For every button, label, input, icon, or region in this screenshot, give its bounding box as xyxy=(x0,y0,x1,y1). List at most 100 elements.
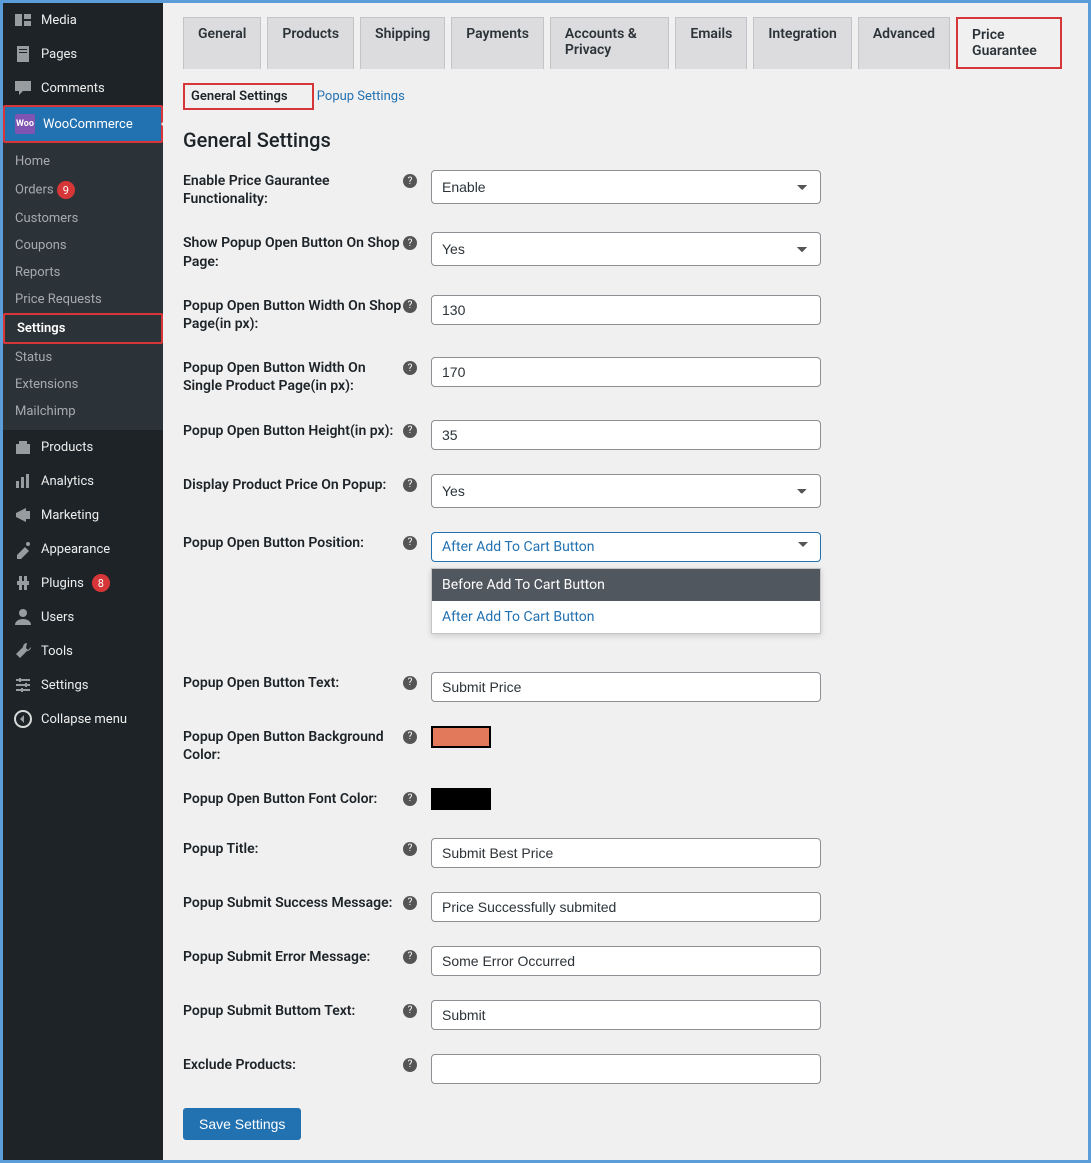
color-swatch-9[interactable] xyxy=(431,788,491,810)
sidebar-item-appearance[interactable]: Appearance xyxy=(3,532,163,566)
sidebar-item-products[interactable]: Products xyxy=(3,430,163,464)
tab-general[interactable]: General xyxy=(183,17,261,69)
help-icon[interactable]: ? xyxy=(403,1058,417,1072)
field-label: Enable Price Gaurantee Functionality: xyxy=(183,170,403,208)
tools-icon xyxy=(13,641,33,661)
dropdown-option[interactable]: After Add To Cart Button xyxy=(432,601,820,633)
form-row: Popup Submit Error Message:? xyxy=(183,946,1068,976)
field-label: Exclude Products: xyxy=(183,1054,403,1074)
field-input-7[interactable] xyxy=(431,672,821,702)
field-input-2[interactable] xyxy=(431,295,821,325)
help-icon[interactable]: ? xyxy=(403,792,417,806)
tab-integration[interactable]: Integration xyxy=(753,17,851,69)
field-select-1[interactable]: Yes xyxy=(431,232,821,266)
sidebar-sub-extensions[interactable]: Extensions xyxy=(3,371,163,398)
sidebar-sub-label: Home xyxy=(15,154,50,169)
sidebar-item-label: Appearance xyxy=(41,542,110,557)
sidebar-item-plugins[interactable]: Plugins8 xyxy=(3,566,163,600)
dropdown-6[interactable]: After Add To Cart ButtonBefore Add To Ca… xyxy=(431,532,821,562)
field-label: Popup Submit Success Message: xyxy=(183,892,403,912)
sidebar-item-comments[interactable]: Comments xyxy=(3,71,163,105)
plugins-icon xyxy=(13,573,33,593)
form-row: Popup Submit Success Message:? xyxy=(183,892,1068,922)
sidebar-sub-label: Status xyxy=(15,350,52,365)
tab-products[interactable]: Products xyxy=(267,17,354,69)
form-row: Popup Open Button Background Color:? xyxy=(183,726,1068,764)
form-row: Display Product Price On Popup:? Yes xyxy=(183,474,1068,508)
field-input-11[interactable] xyxy=(431,892,821,922)
sidebar-sub-reports[interactable]: Reports xyxy=(3,259,163,286)
sidebar-item-woocommerce[interactable]: WooWooCommerce xyxy=(3,105,163,143)
badge: 8 xyxy=(92,574,110,592)
form-row: Popup Open Button Font Color:? xyxy=(183,788,1068,814)
field-label: Popup Open Button Font Color: xyxy=(183,788,403,808)
field-label: Display Product Price On Popup: xyxy=(183,474,403,494)
help-icon[interactable]: ? xyxy=(403,536,417,550)
field-input-12[interactable] xyxy=(431,946,821,976)
sidebar-sub-price-requests[interactable]: Price Requests xyxy=(3,286,163,313)
help-icon[interactable]: ? xyxy=(403,299,417,313)
field-label: Show Popup Open Button On Shop Page: xyxy=(183,232,403,270)
help-icon[interactable]: ? xyxy=(403,1004,417,1018)
field-select-0[interactable]: Enable xyxy=(431,170,821,204)
help-icon[interactable]: ? xyxy=(403,896,417,910)
sidebar-item-pages[interactable]: Pages xyxy=(3,37,163,71)
help-icon[interactable]: ? xyxy=(403,950,417,964)
collapse-icon xyxy=(13,709,33,729)
sidebar-item-media[interactable]: Media xyxy=(3,3,163,37)
tab-accounts-privacy[interactable]: Accounts & Privacy xyxy=(550,17,669,69)
sidebar-item-label: Tools xyxy=(41,644,73,659)
field-input-13[interactable] xyxy=(431,1000,821,1030)
help-icon[interactable]: ? xyxy=(403,842,417,856)
sidebar-sub-status[interactable]: Status xyxy=(3,344,163,371)
help-icon[interactable]: ? xyxy=(403,676,417,690)
help-icon[interactable]: ? xyxy=(403,730,417,744)
field-input-3[interactable] xyxy=(431,357,821,387)
sidebar-item-marketing[interactable]: Marketing xyxy=(3,498,163,532)
settings-subtabs: General Settings Popup Settings xyxy=(183,69,1068,110)
tab-payments[interactable]: Payments xyxy=(451,17,544,69)
field-select-5[interactable]: Yes xyxy=(431,474,821,508)
field-label: Popup Submit Error Message: xyxy=(183,946,403,966)
sidebar-sub-home[interactable]: Home xyxy=(3,148,163,175)
sidebar-item-label: Pages xyxy=(41,47,77,62)
sidebar-sub-orders[interactable]: Orders 9 xyxy=(3,175,163,205)
help-icon[interactable]: ? xyxy=(403,478,417,492)
settings-tabs: GeneralProductsShippingPaymentsAccounts … xyxy=(183,3,1068,69)
field-input-10[interactable] xyxy=(431,838,821,868)
subtab-general-settings[interactable]: General Settings xyxy=(191,89,288,104)
field-label: Popup Submit Buttom Text: xyxy=(183,1000,403,1020)
sidebar-item-settings[interactable]: Settings xyxy=(3,668,163,702)
help-icon[interactable]: ? xyxy=(403,361,417,375)
help-icon[interactable]: ? xyxy=(403,236,417,250)
tab-price-guarantee[interactable]: Price Guarantee xyxy=(956,17,1062,69)
save-settings-button[interactable]: Save Settings xyxy=(183,1108,301,1140)
sidebar-item-collapse-menu[interactable]: Collapse menu xyxy=(3,702,163,736)
sidebar-item-tools[interactable]: Tools xyxy=(3,634,163,668)
subtab-popup-settings[interactable]: Popup Settings xyxy=(317,89,405,104)
dropdown-option[interactable]: Before Add To Cart Button xyxy=(432,569,820,601)
sidebar-sub-label: Customers xyxy=(15,211,78,226)
sidebar-item-label: Collapse menu xyxy=(41,712,127,727)
sidebar-sub-settings[interactable]: Settings xyxy=(3,313,163,344)
sidebar-sub-mailchimp[interactable]: Mailchimp xyxy=(3,398,163,425)
sidebar-sub-label: Coupons xyxy=(15,238,67,253)
help-icon[interactable]: ? xyxy=(403,174,417,188)
field-label: Popup Open Button Text: xyxy=(183,672,403,692)
sidebar-sub-coupons[interactable]: Coupons xyxy=(3,232,163,259)
sidebar-item-label: Settings xyxy=(41,678,88,693)
field-input-14[interactable] xyxy=(431,1054,821,1084)
color-swatch-8[interactable] xyxy=(431,726,491,748)
help-icon[interactable]: ? xyxy=(403,424,417,438)
sidebar-item-users[interactable]: Users xyxy=(3,600,163,634)
tab-advanced[interactable]: Advanced xyxy=(858,17,950,69)
dropdown-selected[interactable]: After Add To Cart Button xyxy=(431,532,821,562)
sidebar-sub-customers[interactable]: Customers xyxy=(3,205,163,232)
field-input-4[interactable] xyxy=(431,420,821,450)
tab-emails[interactable]: Emails xyxy=(675,17,747,69)
sidebar-item-analytics[interactable]: Analytics xyxy=(3,464,163,498)
sidebar-item-label: Users xyxy=(41,610,74,625)
comments-icon xyxy=(13,78,33,98)
tab-shipping[interactable]: Shipping xyxy=(360,17,445,69)
appearance-icon xyxy=(13,539,33,559)
